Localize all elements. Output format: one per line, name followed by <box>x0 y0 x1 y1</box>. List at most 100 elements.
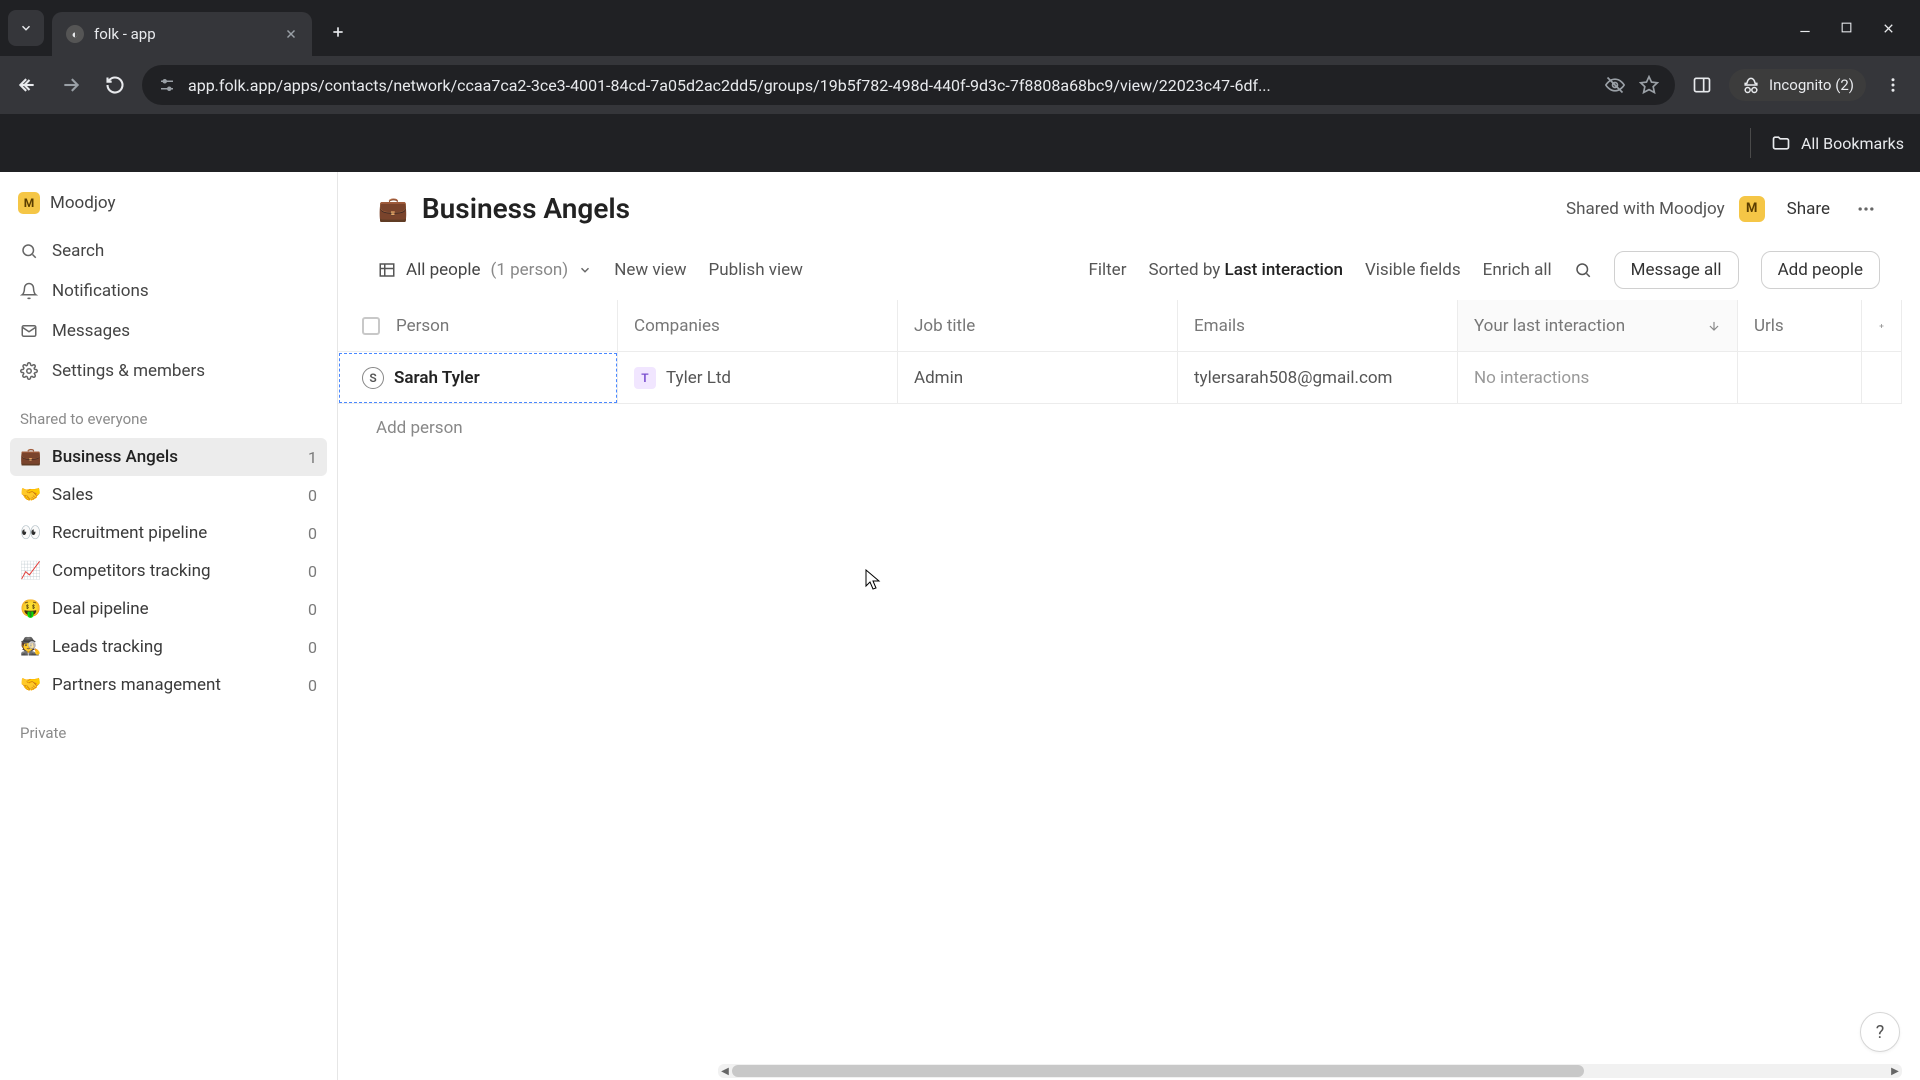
group-label: Deal pipeline <box>52 599 296 619</box>
url-bar[interactable]: app.folk.app/apps/contacts/network/ccaa7… <box>142 65 1675 105</box>
view-switcher[interactable]: All people (1 person) <box>378 260 592 280</box>
workspace-avatar: M <box>18 192 40 214</box>
side-panel-icon[interactable] <box>1685 68 1719 102</box>
group-count: 0 <box>308 600 317 619</box>
select-all-checkbox[interactable] <box>362 317 380 335</box>
scroll-left-icon[interactable]: ◀ <box>718 1064 732 1078</box>
sidebar-settings-label: Settings & members <box>52 361 205 381</box>
all-bookmarks-label[interactable]: All Bookmarks <box>1801 134 1904 153</box>
company-name: Tyler Ltd <box>666 368 731 388</box>
bookmarks-folder-icon[interactable] <box>1771 133 1791 153</box>
site-settings-icon[interactable] <box>158 76 176 94</box>
browser-tab[interactable]: ◐ folk - app <box>52 12 312 56</box>
sidebar-group-item[interactable]: 🤑 Deal pipeline 0 <box>10 590 327 628</box>
group-emoji: 📈 <box>20 561 40 581</box>
toolbar: All people (1 person) New view Publish v… <box>338 241 1920 300</box>
add-column-button[interactable] <box>1862 300 1902 352</box>
group-count: 0 <box>308 486 317 505</box>
main-content: 💼 Business Angels Shared with Moodjoy M … <box>338 172 1920 1080</box>
back-button[interactable] <box>10 68 44 102</box>
col-job-title[interactable]: Job title <box>898 300 1178 352</box>
cell-person[interactable]: S Sarah Tyler <box>338 352 618 404</box>
chevron-down-icon <box>578 263 592 277</box>
group-label: Business Angels <box>52 447 296 467</box>
sidebar-settings[interactable]: Settings & members <box>10 352 327 390</box>
page-header: 💼 Business Angels Shared with Moodjoy M … <box>338 172 1920 241</box>
reload-button[interactable] <box>98 68 132 102</box>
maximize-icon[interactable] <box>1840 21 1853 36</box>
search-table-icon[interactable] <box>1574 261 1592 279</box>
group-emoji: 🤝 <box>20 675 40 695</box>
window-controls <box>1798 21 1912 36</box>
col-person-label: Person <box>396 316 449 336</box>
view-count: (1 person) <box>491 260 569 280</box>
cell-job-title[interactable]: Admin <box>898 352 1178 404</box>
group-count: 0 <box>308 524 317 543</box>
col-companies[interactable]: Companies <box>618 300 898 352</box>
bell-icon <box>20 282 38 300</box>
new-view-button[interactable]: New view <box>614 260 686 280</box>
bookmark-star-icon[interactable] <box>1639 75 1659 95</box>
shared-avatar: M <box>1739 196 1765 222</box>
sidebar-group-item[interactable]: 🕵️Leads tracking0 <box>10 628 327 666</box>
eye-off-icon[interactable] <box>1605 75 1625 95</box>
sidebar-notifications[interactable]: Notifications <box>10 272 327 310</box>
visible-fields-button[interactable]: Visible fields <box>1365 260 1461 280</box>
sidebar-group-item[interactable]: 📈Competitors tracking0 <box>10 552 327 590</box>
help-button[interactable]: ? <box>1860 1012 1900 1052</box>
minimize-icon[interactable] <box>1798 21 1812 36</box>
sidebar-search-label: Search <box>52 241 104 261</box>
incognito-badge[interactable]: Incognito (2) <box>1729 69 1866 101</box>
close-window-icon[interactable] <box>1881 21 1896 36</box>
col-emails[interactable]: Emails <box>1178 300 1458 352</box>
horizontal-scrollbar[interactable]: ◀ ▶ <box>718 1064 1902 1078</box>
share-button[interactable]: Share <box>1779 195 1838 223</box>
tab-search-button[interactable] <box>8 10 44 46</box>
new-tab-button[interactable] <box>320 14 356 50</box>
sort-desc-icon <box>1707 319 1721 333</box>
cell-company[interactable]: T Tyler Ltd <box>618 352 898 404</box>
tab-close-icon[interactable] <box>284 27 298 41</box>
sidebar-group-item[interactable]: 👀Recruitment pipeline0 <box>10 514 327 552</box>
incognito-icon <box>1741 75 1761 95</box>
add-person-button[interactable]: Add person <box>338 404 1920 452</box>
col-person[interactable]: Person <box>338 300 618 352</box>
group-label: Competitors tracking <box>52 561 296 581</box>
enrich-all-button[interactable]: Enrich all <box>1483 260 1552 280</box>
tab-favicon: ◐ <box>66 25 84 43</box>
cell-urls[interactable] <box>1738 352 1862 404</box>
publish-view-button[interactable]: Publish view <box>709 260 803 280</box>
sort-prefix: Sorted by <box>1148 260 1220 280</box>
incognito-label: Incognito (2) <box>1769 76 1854 94</box>
sidebar: M Moodjoy Search Notifications Messages … <box>0 172 338 1080</box>
add-people-button[interactable]: Add people <box>1761 251 1880 289</box>
workspace-switcher[interactable]: M Moodjoy <box>10 184 327 230</box>
scrollbar-thumb[interactable] <box>732 1065 1584 1077</box>
more-menu-icon[interactable] <box>1852 199 1880 219</box>
forward-button[interactable] <box>54 68 88 102</box>
group-count: 0 <box>308 676 317 695</box>
scroll-right-icon[interactable]: ▶ <box>1888 1064 1902 1078</box>
private-section-label: Private <box>10 706 327 750</box>
sort-button[interactable]: Sorted by Last interaction <box>1148 260 1342 280</box>
tab-bar: ◐ folk - app <box>0 0 1920 56</box>
sidebar-search[interactable]: Search <box>10 232 327 270</box>
cursor-icon <box>865 569 881 591</box>
person-name: Sarah Tyler <box>394 368 480 388</box>
message-all-button[interactable]: Message all <box>1614 251 1739 289</box>
sidebar-messages[interactable]: Messages <box>10 312 327 350</box>
search-icon <box>20 242 38 260</box>
mail-icon <box>20 322 38 340</box>
cell-email[interactable]: tylersarah508@gmail.com <box>1178 352 1458 404</box>
col-last-interaction[interactable]: Your last interaction <box>1458 300 1738 352</box>
divider <box>1750 128 1751 158</box>
cell-last-interaction[interactable]: No interactions <box>1458 352 1738 404</box>
col-urls[interactable]: Urls <box>1738 300 1862 352</box>
browser-menu-icon[interactable] <box>1876 68 1910 102</box>
company-avatar: T <box>634 367 656 389</box>
filter-button[interactable]: Filter <box>1088 260 1126 280</box>
group-emoji: 🤑 <box>20 599 40 619</box>
sidebar-group-item[interactable]: 💼Business Angels1 <box>10 438 327 476</box>
sidebar-group-item[interactable]: 🤝Sales0 <box>10 476 327 514</box>
sidebar-group-item[interactable]: 🤝Partners management0 <box>10 666 327 704</box>
